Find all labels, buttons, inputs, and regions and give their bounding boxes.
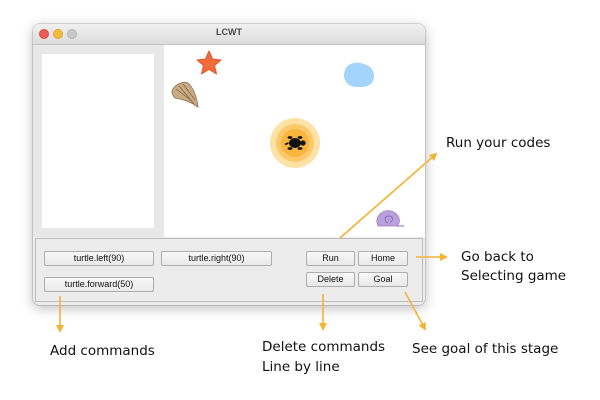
annotation-home-line2: Selecting game: [461, 268, 567, 284]
annotation-home-line1: Go back to: [461, 249, 534, 265]
goal-arrow: [404, 291, 426, 331]
run-arrow: [339, 152, 438, 239]
annotation-delete-line2: Line by line: [262, 359, 340, 375]
annotation-add: Add commands: [50, 343, 155, 359]
annotation-goal: See goal of this stage: [412, 341, 559, 357]
annotation-delete-line1: Delete commands: [262, 339, 386, 355]
annotation-run: Run your codes: [446, 135, 551, 151]
